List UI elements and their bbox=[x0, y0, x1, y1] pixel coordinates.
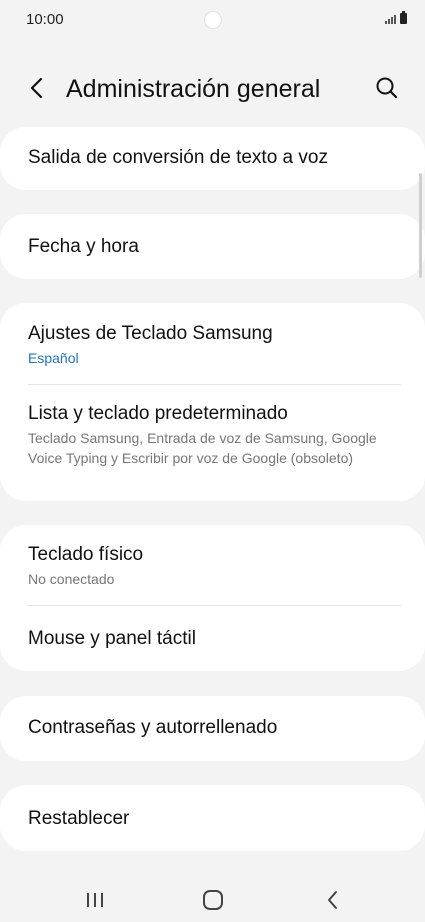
recents-button[interactable] bbox=[83, 888, 107, 912]
back-button[interactable] bbox=[24, 74, 52, 102]
item-title: Mouse y panel táctil bbox=[28, 628, 196, 649]
chevron-left-icon bbox=[30, 77, 43, 99]
home-icon bbox=[203, 890, 223, 910]
search-button[interactable] bbox=[373, 74, 401, 102]
status-bar: 10:00 bbox=[0, 0, 425, 40]
item-subtitle: No conectado bbox=[28, 571, 115, 587]
nav-back-button[interactable] bbox=[321, 888, 345, 912]
list-item-mouse-trackpad[interactable]: Mouse y panel táctil bbox=[28, 627, 401, 651]
list-item-physical-keyboard[interactable]: Teclado físico No conectado bbox=[28, 543, 401, 589]
divider bbox=[28, 384, 401, 385]
item-title: Ajustes de Teclado Samsung bbox=[28, 323, 273, 344]
list-item-samsung-keyboard[interactable]: Ajustes de Teclado Samsung Español bbox=[28, 322, 401, 368]
search-icon bbox=[376, 77, 398, 99]
battery-icon bbox=[400, 11, 407, 24]
home-button[interactable] bbox=[201, 888, 225, 912]
item-title: Restablecer bbox=[28, 808, 130, 829]
system-icons bbox=[385, 11, 407, 24]
camera-cutout bbox=[204, 11, 222, 29]
item-title: Fecha y hora bbox=[28, 236, 139, 257]
divider bbox=[28, 605, 401, 606]
page-title: Administración general bbox=[66, 75, 321, 103]
settings-card: Teclado físico No conectado Mouse y pane… bbox=[0, 525, 425, 671]
scrollbar[interactable] bbox=[419, 173, 422, 278]
list-item-reset[interactable]: Restablecer bbox=[28, 807, 401, 831]
settings-card: Restablecer bbox=[0, 785, 425, 851]
item-title: Salida de conversión de texto a voz bbox=[28, 147, 328, 168]
settings-card: Contraseñas y autorrellenado bbox=[0, 696, 425, 761]
settings-card: Salida de conversión de texto a voz bbox=[0, 127, 425, 190]
signal-icon bbox=[385, 12, 396, 24]
list-item-date-time[interactable]: Fecha y hora bbox=[28, 235, 401, 259]
back-icon bbox=[328, 891, 337, 909]
item-subtitle: Español bbox=[28, 350, 79, 366]
item-title: Lista y teclado predeterminado bbox=[28, 403, 288, 424]
status-time: 10:00 bbox=[26, 11, 64, 28]
item-subtitle: Teclado Samsung, Entrada de voz de Samsu… bbox=[28, 430, 377, 466]
list-item-tts[interactable]: Salida de conversión de texto a voz bbox=[28, 146, 401, 170]
list-item-passwords-autofill[interactable]: Contraseñas y autorrellenado bbox=[28, 716, 401, 740]
settings-card: Ajustes de Teclado Samsung Español Lista… bbox=[0, 303, 425, 501]
list-item-default-keyboard[interactable]: Lista y teclado predeterminado Teclado S… bbox=[28, 402, 401, 468]
navigation-bar bbox=[0, 874, 425, 922]
app-bar: Administración general bbox=[0, 60, 425, 120]
settings-card: Fecha y hora bbox=[0, 214, 425, 279]
recents-icon bbox=[87, 893, 103, 907]
item-title: Teclado físico bbox=[28, 544, 144, 565]
item-title: Contraseñas y autorrellenado bbox=[28, 717, 278, 738]
